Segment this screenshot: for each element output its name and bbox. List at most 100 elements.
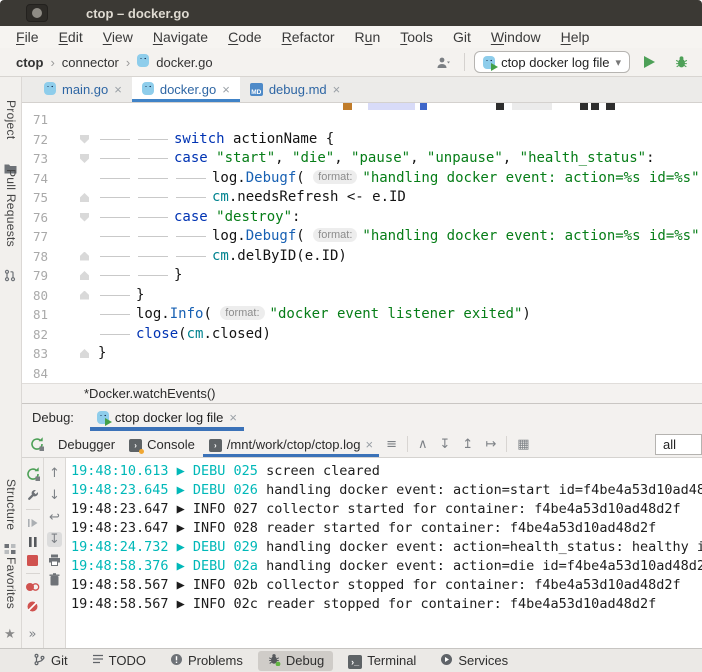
- up-button[interactable]: ↑: [44, 466, 65, 481]
- statusbar-button-git[interactable]: Git: [24, 651, 77, 671]
- scroll-to-end-button[interactable]: ↧: [42, 532, 67, 547]
- code-line: 74log.Debugf( format:"handling docker ev…: [22, 169, 702, 189]
- debug-view-tab-debugger[interactable]: Debugger: [52, 431, 121, 457]
- token: log.: [212, 170, 246, 186]
- navigation-toolbar: ctop›connector›docker.go ctop docker log…: [0, 48, 702, 77]
- menu-item-window[interactable]: Window: [481, 29, 551, 45]
- log-level-filter-dropdown[interactable]: all: [655, 434, 702, 455]
- user-account-icon[interactable]: [431, 56, 455, 69]
- up-stack-icon[interactable]: ∧: [413, 437, 433, 452]
- tool-window-button-favorites[interactable]: Favorites: [4, 557, 18, 609]
- clipped-code-line: [22, 103, 702, 110]
- token: }: [136, 287, 144, 303]
- layout-grid-icon[interactable]: ▦: [512, 437, 534, 452]
- rerun-button[interactable]: [20, 466, 46, 482]
- window-menu-button[interactable]: [26, 4, 48, 22]
- tab-whitespace: [174, 169, 212, 189]
- todo-icon: [92, 653, 104, 668]
- editor-tab-label: main.go: [62, 82, 108, 97]
- stop-button[interactable]: [22, 555, 43, 566]
- fold-marker-icon[interactable]: [80, 154, 89, 163]
- breadcrumb-item[interactable]: docker.go: [156, 55, 212, 70]
- tool-window-button-structure[interactable]: Structure: [4, 479, 18, 530]
- resume-button[interactable]: [22, 517, 44, 529]
- token: ,: [334, 150, 351, 166]
- gutter-markers: [48, 149, 98, 169]
- tool-window-button-project[interactable]: Project: [4, 100, 18, 139]
- token: "health_status": [520, 150, 646, 166]
- editor-tab-docker-go[interactable]: docker.go×: [132, 77, 240, 102]
- log-line-meta: 19:48:58.567 ▶ INFO 02c: [71, 596, 266, 612]
- close-icon[interactable]: ×: [222, 82, 230, 97]
- close-icon[interactable]: ×: [365, 437, 373, 452]
- close-icon[interactable]: ×: [114, 82, 122, 97]
- gutter-markers: [48, 325, 98, 345]
- menu-item-git[interactable]: Git: [443, 29, 481, 45]
- fold-marker-icon[interactable]: [80, 252, 89, 261]
- tab-whitespace: [136, 169, 174, 189]
- fold-marker-icon[interactable]: [80, 291, 89, 300]
- log-output[interactable]: 19:48:10.613 ▶ DEBU 025 screen cleared19…: [66, 458, 702, 648]
- editor-tab-main-go[interactable]: main.go ×: [34, 77, 132, 102]
- run-button[interactable]: [639, 56, 660, 68]
- debug-session-tab[interactable]: ctop docker log file ×: [90, 404, 244, 431]
- tab-whitespace: [136, 188, 174, 208]
- close-icon[interactable]: ×: [333, 82, 341, 97]
- step-up-icon[interactable]: ↥: [457, 437, 478, 452]
- soft-wrap-button[interactable]: ↩: [44, 510, 65, 525]
- code-editor[interactable]: 7172switch actionName {73case "start", "…: [22, 103, 702, 383]
- down-button[interactable]: ↓: [44, 488, 65, 503]
- main-area: ProjectPull RequestsStructureFavorites★ …: [0, 77, 702, 648]
- menu-item-view[interactable]: View: [93, 29, 143, 45]
- statusbar-button-terminal[interactable]: ›_Terminal: [339, 651, 425, 671]
- debug-view-tab--mnt-work-ctop-ctop-log[interactable]: ›/mnt/work/ctop/ctop.log×: [203, 431, 379, 457]
- debug-button[interactable]: [669, 55, 694, 69]
- menu-item-navigate[interactable]: Navigate: [143, 29, 218, 45]
- console-icon: ›: [209, 436, 222, 452]
- statusbar-button-todo[interactable]: TODO: [83, 651, 155, 670]
- clipped-token: [343, 103, 352, 110]
- menu-item-edit[interactable]: Edit: [49, 29, 93, 45]
- toolbar-divider: [407, 436, 408, 452]
- step-down-icon[interactable]: ↧: [435, 437, 456, 452]
- editor-tab-debug-md[interactable]: debug.md×: [240, 77, 350, 102]
- toolbar-divider: [464, 53, 465, 71]
- rerun-button[interactable]: [24, 436, 50, 452]
- more-button[interactable]: »: [24, 627, 42, 642]
- fold-marker-icon[interactable]: [80, 271, 89, 280]
- menu-item-refactor[interactable]: Refactor: [272, 29, 345, 45]
- fold-marker-icon[interactable]: [80, 135, 89, 144]
- debug-view-tab-console[interactable]: ›Console: [123, 431, 201, 457]
- fold-marker-icon[interactable]: [80, 349, 89, 358]
- to-cursor-icon[interactable]: ↦: [480, 437, 501, 452]
- fold-marker-icon[interactable]: [80, 213, 89, 222]
- code-text: case "start", "die", "pause", "unpause",…: [98, 149, 702, 169]
- token: }: [174, 267, 182, 283]
- mute-breakpoints-button[interactable]: [21, 600, 44, 613]
- statusbar-button-services[interactable]: Services: [431, 651, 517, 671]
- breadcrumb-item[interactable]: ctop: [16, 55, 43, 70]
- view-breakpoints-button[interactable]: [20, 581, 45, 593]
- enclosing-method-label[interactable]: *Docker.watchEvents(): [84, 386, 216, 401]
- menu-item-help[interactable]: Help: [551, 29, 600, 45]
- code-line: 75cm.needsRefresh <- e.ID: [22, 188, 702, 208]
- options-menu-icon[interactable]: ≡: [381, 437, 402, 452]
- pause-button[interactable]: [23, 536, 43, 548]
- clear-button[interactable]: [44, 573, 65, 586]
- breadcrumb-item[interactable]: connector: [62, 55, 119, 70]
- print-button[interactable]: [43, 554, 66, 566]
- menu-item-file[interactable]: File: [6, 29, 49, 45]
- tab-whitespace: [136, 130, 174, 150]
- run-configuration-dropdown[interactable]: ctop docker log file ▾: [474, 51, 630, 73]
- statusbar-button-problems[interactable]: Problems: [161, 651, 252, 671]
- settings-button[interactable]: [21, 489, 44, 502]
- menu-bar: FileEditViewNavigateCodeRefactorRunTools…: [0, 26, 702, 48]
- tool-window-button-pull-requests[interactable]: Pull Requests: [4, 169, 18, 247]
- gutter-markers: [48, 305, 98, 325]
- close-icon[interactable]: ×: [229, 410, 237, 425]
- menu-item-code[interactable]: Code: [218, 29, 271, 45]
- menu-item-run[interactable]: Run: [345, 29, 391, 45]
- menu-item-tools[interactable]: Tools: [390, 29, 443, 45]
- statusbar-button-debug[interactable]: Debug: [258, 651, 333, 671]
- fold-marker-icon[interactable]: [80, 193, 89, 202]
